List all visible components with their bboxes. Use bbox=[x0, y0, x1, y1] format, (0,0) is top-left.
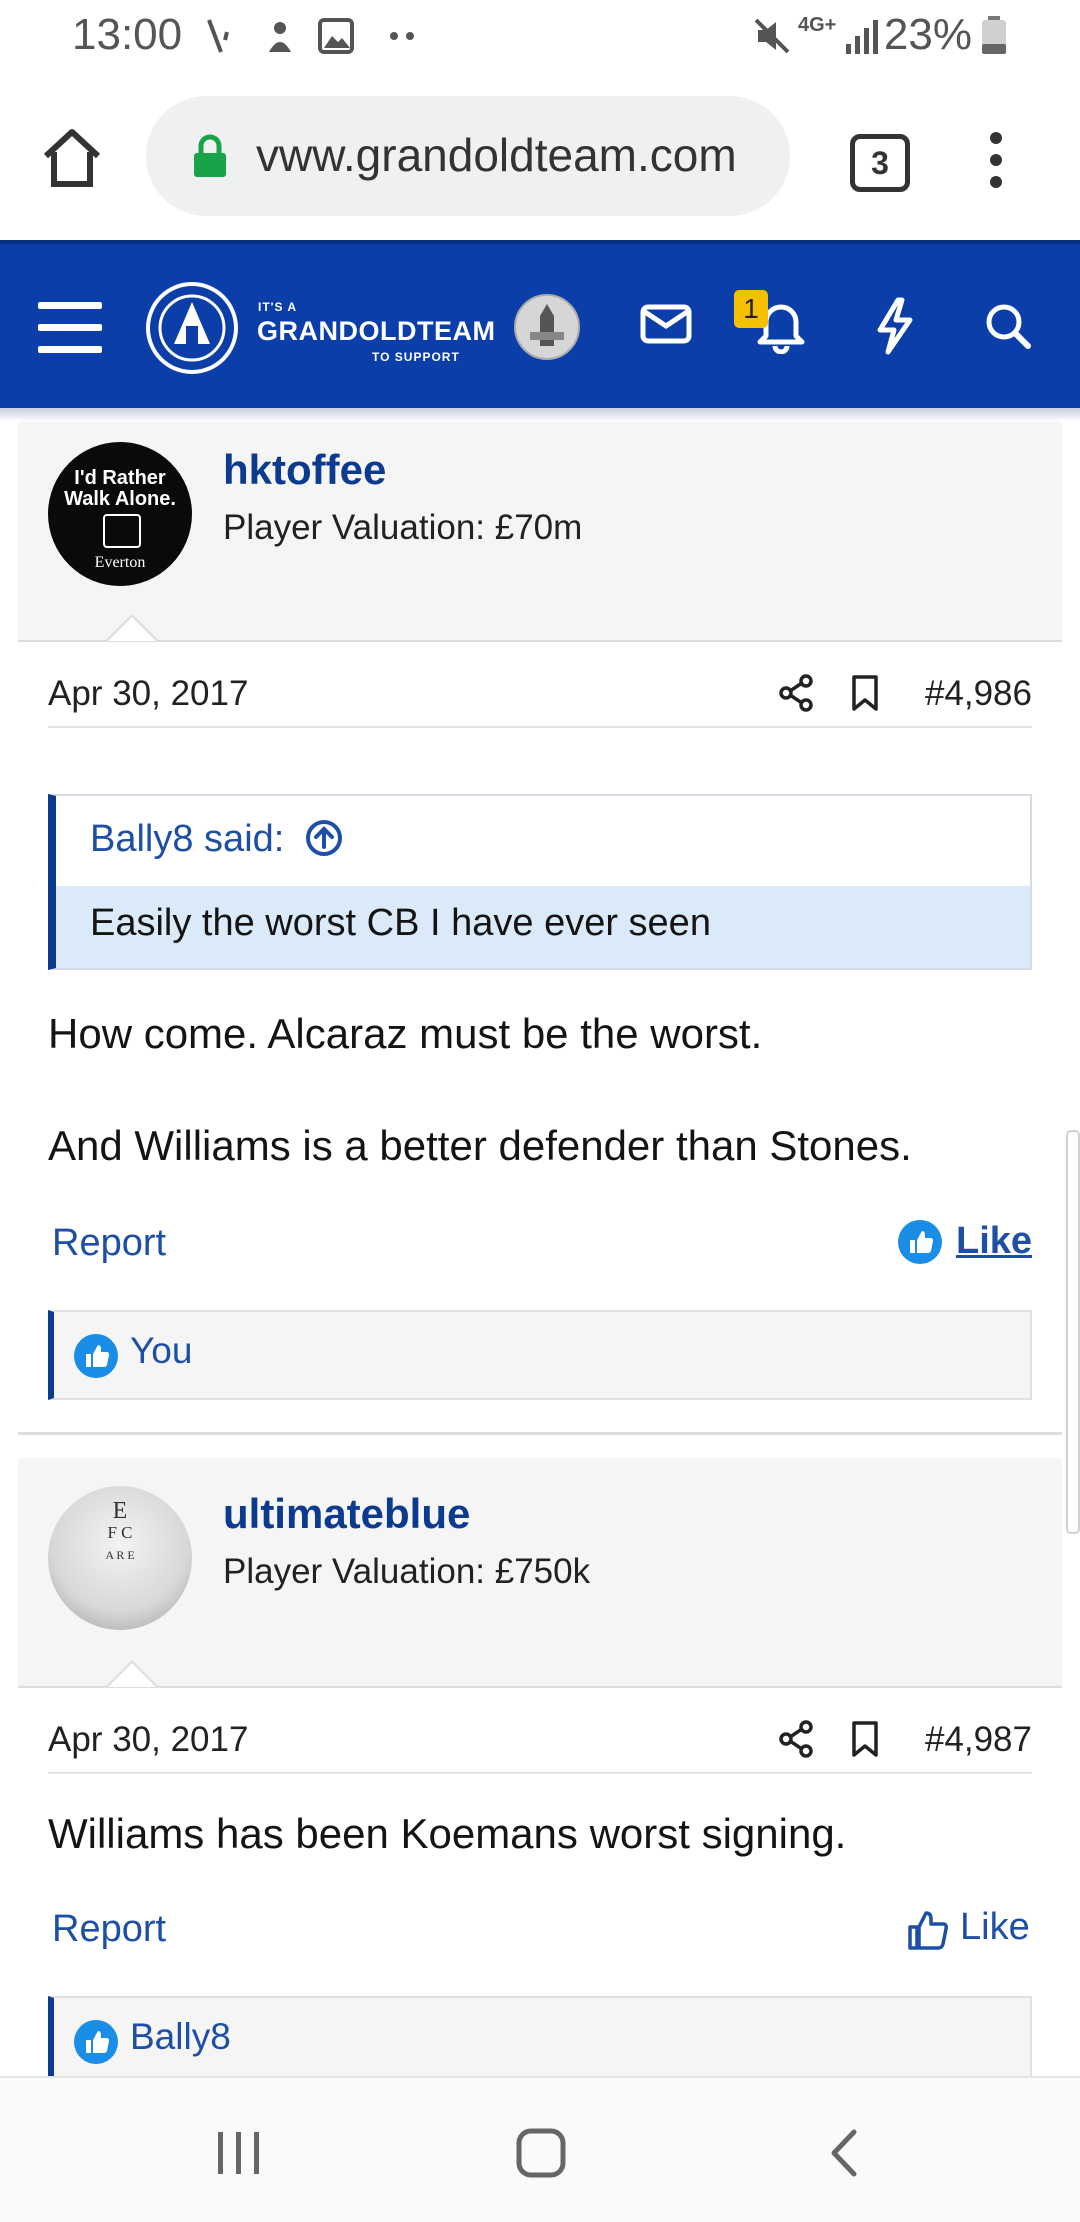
status-time: 13:00 bbox=[72, 10, 183, 59]
post-number[interactable]: #4,987 bbox=[925, 1720, 1032, 1760]
reaction-like-icon bbox=[74, 2020, 118, 2064]
share-icon[interactable] bbox=[778, 674, 814, 712]
more-notifications-icon bbox=[390, 32, 414, 40]
report-link[interactable]: Report bbox=[52, 1908, 166, 1951]
post-number[interactable]: #4,986 bbox=[925, 674, 1032, 714]
overflow-menu-icon[interactable] bbox=[984, 128, 1008, 192]
reaction-like-icon bbox=[74, 1334, 118, 1378]
jump-to-quote-icon[interactable] bbox=[304, 818, 344, 858]
system-navigation-bar bbox=[0, 2076, 1080, 2222]
post-message-paragraph: Williams has been Koemans worst signing. bbox=[48, 1810, 847, 1857]
url-text: vww.grandoldteam.com bbox=[256, 129, 737, 181]
avatar-text: I'd Rather Walk Alone. bbox=[64, 467, 176, 510]
post-message-paragraph: And Williams is a better defender than S… bbox=[48, 1122, 912, 1169]
recent-apps-icon[interactable] bbox=[214, 2130, 264, 2176]
like-button[interactable]: Like bbox=[898, 1218, 1032, 1270]
post-user-block: E F C A R E ultimateblue Player Valuatio… bbox=[18, 1458, 1062, 1688]
browser-toolbar: vww.grandoldteam.com 3 bbox=[0, 76, 1080, 240]
quote-header[interactable]: Bally8 said: bbox=[56, 796, 1030, 886]
scrollbar-thumb[interactable] bbox=[1066, 1130, 1080, 1534]
liked-thumb-icon bbox=[898, 1220, 942, 1264]
thumbs-up-outline-icon bbox=[908, 1911, 948, 1950]
reactions-bar[interactable]: Bally8 bbox=[48, 1996, 1032, 2076]
logo-tagline-bottom: TO SUPPORT bbox=[372, 350, 460, 364]
post-date[interactable]: Apr 30, 2017 bbox=[48, 674, 248, 714]
battery-percent: 23% bbox=[883, 10, 972, 59]
battery-icon bbox=[982, 16, 1006, 54]
back-icon[interactable] bbox=[826, 2128, 862, 2178]
quote-body: Easily the worst CB I have ever seen bbox=[56, 886, 1030, 968]
post-divider bbox=[18, 1432, 1062, 1435]
bookmark-icon[interactable] bbox=[850, 674, 880, 712]
like-button[interactable]: Like bbox=[906, 1904, 1032, 1956]
status-bar: 13:00 4G+ 23% bbox=[0, 0, 1080, 76]
avatar-club-text: Everton bbox=[94, 554, 146, 571]
quote-block: Bally8 said: Easily the worst CB I have … bbox=[48, 794, 1032, 970]
post-header-separator bbox=[48, 726, 1032, 728]
user-avatar-icon[interactable] bbox=[514, 294, 580, 360]
header-shadow bbox=[0, 408, 1080, 422]
inbox-icon[interactable] bbox=[640, 304, 692, 344]
username[interactable]: ultimateblue bbox=[223, 1490, 470, 1538]
quote-text: Easily the worst CB I have ever seen bbox=[90, 902, 711, 944]
logo-tagline-top: IT'S A bbox=[258, 300, 298, 314]
lock-icon bbox=[194, 134, 226, 177]
post-user-block: I'd Rather Walk Alone. Everton hktoffee … bbox=[18, 422, 1062, 642]
tab-switcher-button[interactable]: 3 bbox=[850, 134, 910, 192]
everton-crest-icon bbox=[103, 514, 141, 548]
address-bar[interactable]: vww.grandoldteam.com bbox=[146, 96, 790, 216]
like-label: Like bbox=[956, 1220, 1033, 1262]
avatar[interactable]: I'd Rather Walk Alone. Everton bbox=[48, 442, 192, 586]
notification-icons bbox=[207, 19, 291, 53]
network-type: 4G+ bbox=[798, 14, 837, 36]
search-icon[interactable] bbox=[984, 302, 1032, 350]
like-label: Like bbox=[960, 1906, 1030, 1948]
hamburger-menu-icon[interactable] bbox=[36, 300, 104, 356]
whats-new-lightning-icon[interactable] bbox=[872, 296, 916, 356]
user-valuation: Player Valuation: £750k bbox=[223, 1552, 591, 1591]
user-block-caret bbox=[106, 614, 158, 641]
bookmark-icon[interactable] bbox=[850, 1720, 880, 1758]
post-date[interactable]: Apr 30, 2017 bbox=[48, 1720, 248, 1760]
logo-brand-text: GRANDOLDTEAM bbox=[257, 316, 496, 346]
share-icon[interactable] bbox=[778, 1720, 814, 1758]
signal-icon bbox=[846, 20, 878, 54]
home-nav-icon[interactable] bbox=[516, 2128, 566, 2178]
report-link[interactable]: Report bbox=[52, 1222, 166, 1265]
gallery-icon bbox=[318, 18, 354, 54]
username[interactable]: hktoffee bbox=[223, 446, 386, 494]
quote-author[interactable]: Bally8 said: bbox=[90, 818, 284, 861]
user-valuation: Player Valuation: £70m bbox=[223, 508, 583, 547]
user-block-caret bbox=[106, 1660, 158, 1687]
site-logo[interactable] bbox=[146, 282, 238, 374]
reaction-users[interactable]: You bbox=[130, 1330, 192, 1372]
alert-count-badge: 1 bbox=[734, 290, 768, 328]
home-icon[interactable] bbox=[40, 126, 104, 190]
post-header-separator bbox=[48, 1772, 1032, 1774]
reaction-users[interactable]: Bally8 bbox=[130, 2016, 231, 2058]
avatar[interactable]: E F C A R E bbox=[48, 1486, 192, 1630]
post-message-paragraph: How come. Alcaraz must be the worst. bbox=[48, 1010, 763, 1057]
avatar-eye-chart: E F C A R E bbox=[105, 1498, 135, 1562]
reactions-bar[interactable]: You bbox=[48, 1310, 1032, 1400]
mute-icon bbox=[754, 18, 790, 54]
site-header: IT'S A GRANDOLDTEAM TO SUPPORT 1 bbox=[0, 240, 1080, 412]
